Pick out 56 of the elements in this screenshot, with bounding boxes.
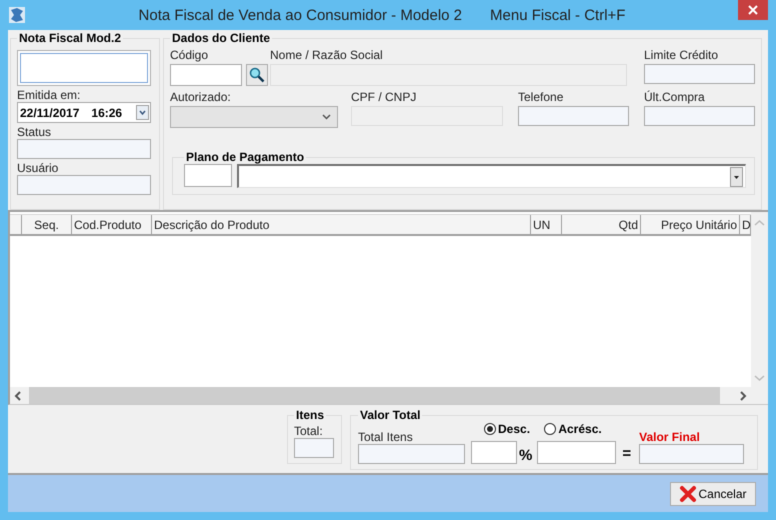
cross-icon — [679, 484, 698, 502]
percent-sign: % — [519, 447, 532, 464]
field-label: Usuário — [17, 161, 60, 175]
items-total-field[interactable] — [294, 438, 334, 458]
shortcut-hint: Menu Fiscal - Ctrl+F — [490, 7, 626, 24]
code-field[interactable] — [170, 64, 242, 86]
status-field[interactable] — [17, 139, 151, 159]
last-purchase-field[interactable] — [644, 106, 755, 126]
field-label: Total Itens — [358, 430, 414, 444]
percent-field[interactable] — [471, 441, 517, 464]
dropdown-icon — [730, 166, 743, 186]
column-header[interactable]: Descrição do Produto — [152, 215, 531, 234]
vertical-scrollbar[interactable] — [751, 212, 768, 404]
close-icon[interactable] — [748, 5, 758, 15]
column-header[interactable]: Preço Unitário — [641, 215, 740, 234]
group-title: Nota Fiscal Mod.2 — [18, 31, 122, 45]
app-icon — [8, 6, 26, 24]
chevron-icon — [322, 114, 331, 120]
field-label: Últ.Compra — [644, 90, 706, 104]
radio-option[interactable]: Desc. — [484, 422, 532, 436]
total-items-field[interactable] — [358, 444, 465, 464]
search-button[interactable] — [246, 64, 268, 86]
column-header[interactable]: Cod.Produto — [72, 215, 152, 234]
field-label: Limite Crédito — [644, 48, 720, 62]
cancel-button[interactable]: Cancelar — [670, 482, 756, 506]
field-label: Nome / Razão Social — [270, 48, 384, 62]
column-header[interactable]: UN — [531, 215, 562, 234]
phone-field[interactable] — [518, 106, 629, 126]
authorized-dropdown[interactable] — [170, 106, 338, 128]
equals-sign: = — [622, 445, 632, 462]
field-label: Autorizado: — [170, 90, 232, 104]
credit-limit-field[interactable] — [644, 64, 755, 84]
group-title: Plano de Pagamento — [185, 150, 306, 164]
field-label: Telefone — [518, 90, 564, 104]
column-header[interactable]: Seq. — [22, 215, 72, 234]
field-label: Status — [17, 125, 52, 139]
field-label: Valor Final — [639, 430, 701, 444]
date-picker[interactable]: 22/11/2017 16:26 — [17, 102, 151, 123]
group-title: Itens — [295, 408, 326, 422]
column-header[interactable]: Qtd — [562, 215, 641, 234]
field-label: CPF / CNPJ — [351, 90, 418, 104]
field-label: Emitida em: — [17, 88, 82, 102]
adjustment-field[interactable] — [537, 441, 616, 464]
final-value-field[interactable] — [639, 444, 744, 464]
plan-code-field[interactable] — [184, 164, 232, 187]
dropdown-icon[interactable] — [136, 105, 149, 120]
user-field[interactable] — [17, 175, 151, 195]
plan-dropdown[interactable] — [237, 164, 746, 188]
field-label: Código — [170, 48, 210, 62]
window-title: Nota Fiscal de Venda ao Consumidor - Modelo 2 — [138, 7, 462, 24]
close-button[interactable] — [738, 0, 768, 20]
group-title: Valor Total — [359, 408, 422, 422]
number-field[interactable] — [17, 50, 151, 86]
field-label: Total: — [294, 424, 324, 438]
group-title: Dados do Cliente — [171, 31, 272, 45]
radio-option[interactable]: Acrésc. — [544, 422, 616, 436]
